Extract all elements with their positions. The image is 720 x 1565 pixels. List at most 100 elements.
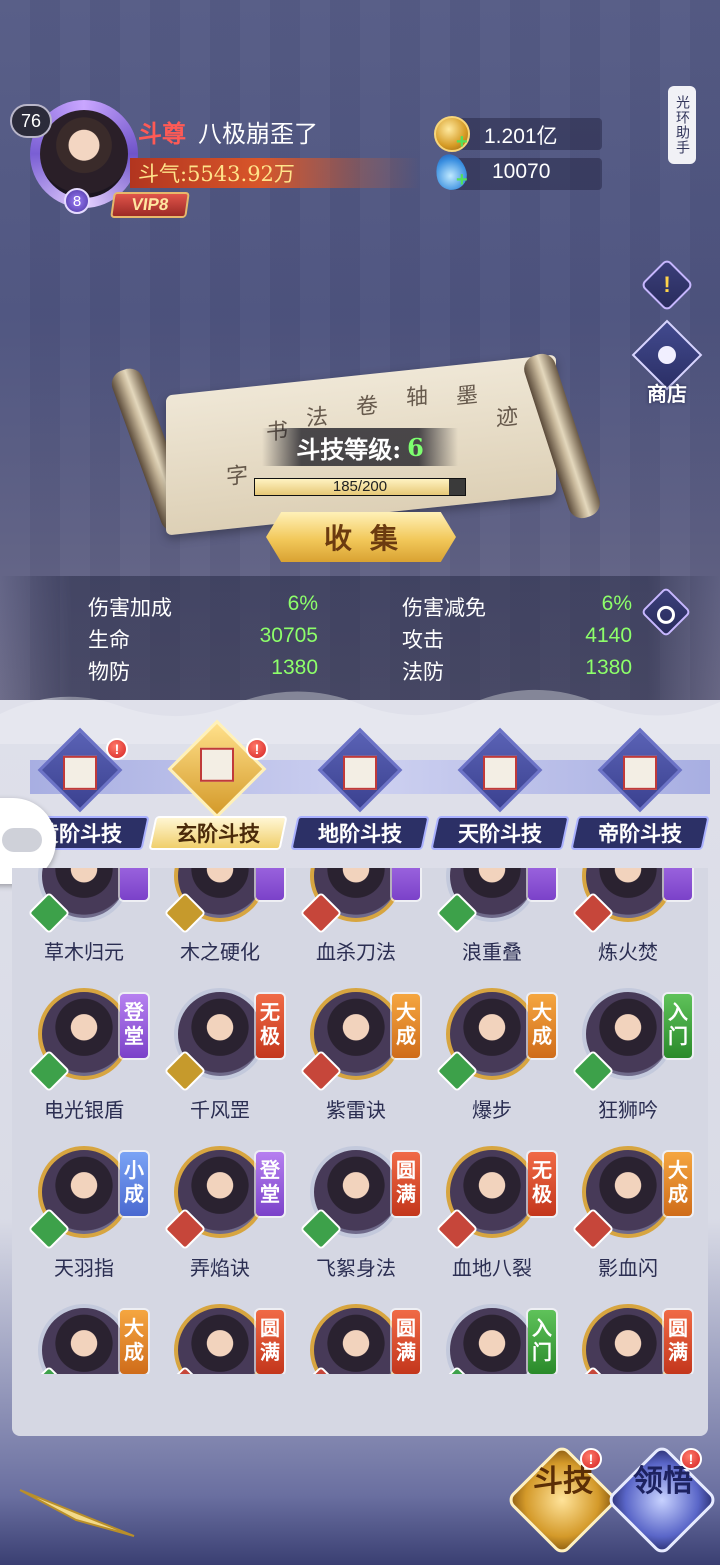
skill-grade-badge: 圆满 xyxy=(392,1152,420,1216)
tab-label: 帝阶斗技 xyxy=(570,816,710,850)
player-level-badge: 76 xyxy=(10,104,52,138)
alert-badge: ! xyxy=(580,1448,602,1470)
stat-value: 1380 xyxy=(271,656,318,679)
stat-label: 物防 xyxy=(88,660,130,684)
skill-card[interactable]: 堂木之硬化 xyxy=(152,868,288,990)
skill-card[interactable]: 圆满 xyxy=(288,1304,424,1374)
skill-name: 飞絮身法 xyxy=(316,1256,396,1280)
skill-name: 紫雷诀 xyxy=(326,1098,386,1122)
skill-card[interactable]: 圆满 xyxy=(560,1304,696,1374)
skill-card[interactable]: 大成紫雷诀 xyxy=(288,988,424,1148)
skill-card[interactable]: 无极 千风罡 xyxy=(152,988,288,1148)
skill-name: 血杀刀法 xyxy=(316,940,396,964)
skill-grade-badge: 登堂 xyxy=(120,994,148,1058)
tab-mystic-skills[interactable]: 玄阶斗技 ! xyxy=(148,719,288,852)
stat-label: 伤害加成 xyxy=(88,596,172,620)
skill-name: 电光银盾 xyxy=(44,1098,124,1122)
tab-label: 地阶斗技 xyxy=(290,816,430,850)
stat-label: 伤害减免 xyxy=(402,596,486,620)
skill-grade-badge: 大成 xyxy=(664,1152,692,1216)
skill-level-value: 6 xyxy=(407,432,424,462)
skill-card[interactable]: 极血杀刀法 xyxy=(288,868,424,990)
skill-portrait xyxy=(310,1304,402,1374)
skill-progress-text: 185/200 xyxy=(332,478,388,495)
stat-value: 1380 xyxy=(585,656,632,679)
skill-grade-badge: 入门 xyxy=(528,1310,556,1374)
skill-level: 斗技等级: 6 xyxy=(262,428,458,466)
alert-badge: ! xyxy=(106,738,128,760)
collect-button[interactable]: 收集 xyxy=(266,512,456,562)
skill-name: 弄焰诀 xyxy=(190,1256,250,1280)
skill-portrait xyxy=(174,1304,266,1374)
skill-card[interactable]: 堂可升星炼火焚 xyxy=(560,868,696,990)
skill-grade-badge: 登堂 xyxy=(256,1152,284,1216)
skill-card[interactable]: 大成 xyxy=(16,1304,152,1374)
skill-grade-badge: 小成 xyxy=(120,1152,148,1216)
skill-card[interactable]: 圆满飞絮身法 xyxy=(288,1146,424,1306)
skill-name: 天羽指 xyxy=(54,1256,114,1280)
avatar-portrait xyxy=(40,110,128,198)
skill-grade-badge: 堂 xyxy=(256,868,284,900)
skill-card[interactable]: 堂草木归元 xyxy=(16,868,152,990)
stat-value: 30705 xyxy=(259,624,318,647)
collect-label: 收集 xyxy=(323,522,416,555)
skill-grade-badge: 大成 xyxy=(392,994,420,1058)
skill-card[interactable]: 入门 狂狮吟 xyxy=(560,988,696,1148)
skill-card[interactable]: 大成 影血闪 xyxy=(560,1146,696,1306)
skill-grade-badge: 圆满 xyxy=(256,1310,284,1374)
skill-card[interactable]: 圆满 xyxy=(152,1304,288,1374)
rank-badge: 8 xyxy=(64,188,90,214)
skill-portrait xyxy=(38,1304,130,1374)
back-arrow-icon[interactable] xyxy=(16,1480,136,1540)
skill-name: 炼火焚 xyxy=(598,940,658,964)
skill-name: 木之硬化 xyxy=(180,940,260,964)
tab-heaven-skills[interactable]: 天阶斗技 xyxy=(430,727,570,852)
add-gold-icon[interactable]: + xyxy=(456,132,472,152)
comprehend-button-label: 领悟 xyxy=(633,1464,693,1499)
shop-button[interactable]: 商店 xyxy=(631,319,703,406)
skill-grade-badge: 堂 xyxy=(664,868,692,900)
skill-card[interactable]: 小成天羽指 xyxy=(16,1146,152,1306)
add-gem-icon[interactable]: + xyxy=(456,170,472,190)
stat-value: 4140 xyxy=(585,624,632,647)
vip-label: VIP8 xyxy=(130,195,170,214)
vip-badge[interactable]: VIP8 xyxy=(110,192,190,218)
stat-label: 法防 xyxy=(402,660,444,684)
skill-name: 狂狮吟 xyxy=(598,1098,658,1122)
helper-button[interactable]: 光环助手 xyxy=(668,86,696,164)
shop-label: 商店 xyxy=(647,382,687,406)
tab-emperor-skills[interactable]: 帝阶斗技 xyxy=(570,727,710,852)
skill-name: 爆步 xyxy=(472,1098,512,1122)
skill-grade-badge: 圆满 xyxy=(392,1310,420,1374)
skill-card[interactable]: 登堂弄焰诀 xyxy=(152,1146,288,1306)
rank-title: 斗尊 xyxy=(138,119,186,148)
stat-label: 生命 xyxy=(88,628,130,652)
skill-grade-badge: 堂 xyxy=(120,868,148,900)
skill-grade-badge: 大成 xyxy=(528,994,556,1058)
stat-value: 6% xyxy=(601,592,632,615)
skill-card[interactable]: 登堂电光银盾 xyxy=(16,988,152,1148)
skill-grid: 堂草木归元堂木之硬化极血杀刀法堂浪重叠堂可升星炼火焚登堂电光银盾无极千风罡大成紫… xyxy=(12,868,708,1374)
skill-name: 浪重叠 xyxy=(462,940,522,964)
alert-badge: ! xyxy=(246,738,268,760)
skill-card[interactable]: 无极 血地八裂 xyxy=(424,1146,560,1306)
player-name: 八极崩歪了 xyxy=(198,120,318,148)
book-icon xyxy=(457,727,543,813)
power-value: 斗气:5543.92万 xyxy=(138,162,295,186)
battle-button-label: 斗技 xyxy=(533,1464,593,1499)
alert-badge: ! xyxy=(680,1448,702,1470)
skill-name: 血地八裂 xyxy=(452,1256,532,1280)
skill-grade-badge: 大成 xyxy=(120,1310,148,1374)
skill-card[interactable]: 大成爆步 xyxy=(424,988,560,1148)
skill-portrait xyxy=(582,1304,674,1374)
skill-grade-badge: 堂 xyxy=(528,868,556,900)
skill-card[interactable]: 入门 xyxy=(424,1304,560,1374)
skill-progress-bar: 185/200 xyxy=(254,478,466,496)
tab-label: 玄阶斗技 xyxy=(148,816,288,850)
gold-amount: 1.201亿 xyxy=(484,125,558,148)
tab-earth-skills[interactable]: 地阶斗技 xyxy=(290,727,430,852)
stat-label: 攻击 xyxy=(402,628,444,652)
skill-grade-badge: 无极 xyxy=(256,994,284,1058)
skill-portrait xyxy=(446,1304,538,1374)
skill-card[interactable]: 堂浪重叠 xyxy=(424,868,560,990)
